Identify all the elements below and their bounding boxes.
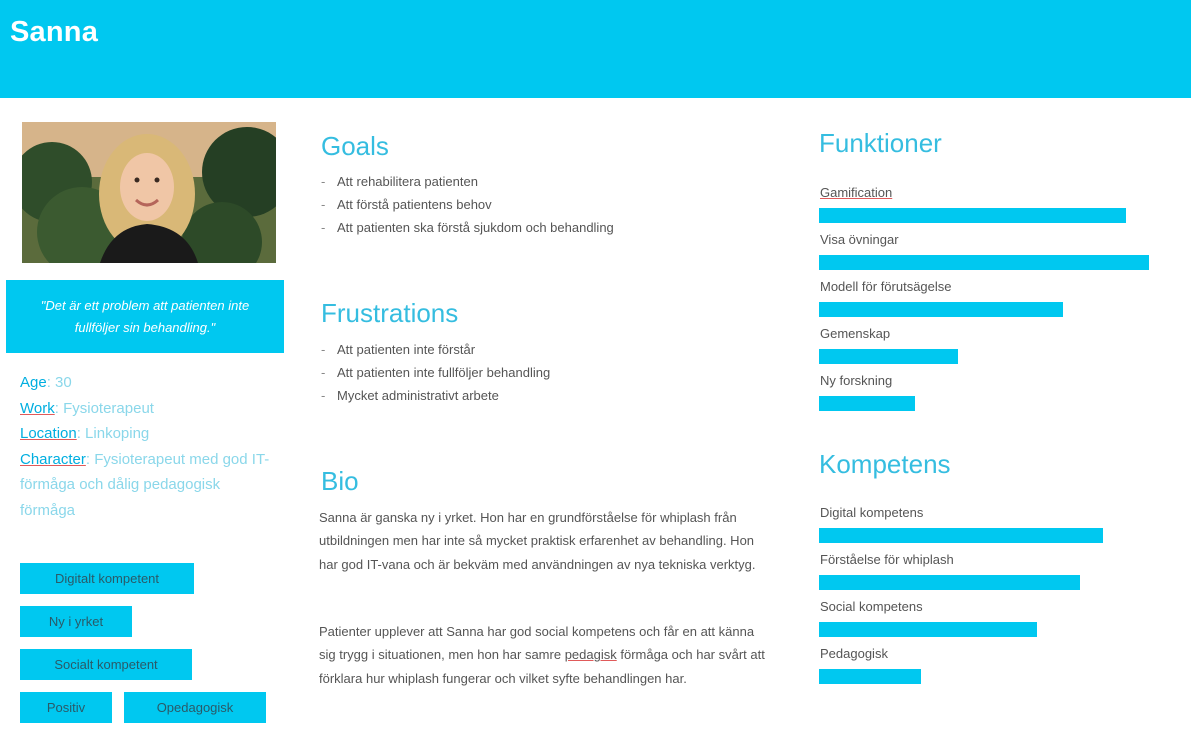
frustration-item: Att patienten inte fullföljer behandling xyxy=(321,361,761,384)
fact-work: Work: Fysioterapeut xyxy=(20,396,270,422)
fact-age-value: : 30 xyxy=(46,374,72,391)
goals-list: Att rehabilitera patienten Att förstå pa… xyxy=(321,170,761,239)
bio-paragraph-2: Patienter upplever att Sanna har god soc… xyxy=(319,620,774,690)
funktion-label: Gemenskap xyxy=(820,326,891,341)
funktioner-title: Funktioner xyxy=(819,128,942,158)
fact-location: Location: Linkoping xyxy=(20,421,270,447)
fact-character-label: Character xyxy=(20,450,86,468)
bio-flagged-word: pedagisk xyxy=(564,647,617,663)
tag-ny-i-yrket: Ny i yrket xyxy=(20,606,132,637)
tag-socialt-kompetent: Socialt kompetent xyxy=(20,649,192,680)
persona-quote-box: "Det är ett problem att patienten inte f… xyxy=(6,280,284,353)
tag-digitalt-kompetent: Digitalt kompetent xyxy=(20,563,194,594)
fact-age-label: Age xyxy=(20,374,47,391)
goal-item: Att förstå patientens behov xyxy=(321,193,761,216)
funktion-bar xyxy=(819,208,1126,223)
funktion-label: Gamification xyxy=(820,185,893,200)
funktion-bar xyxy=(819,255,1149,270)
kompetens-label: Pedagogisk xyxy=(820,646,888,661)
persona-photo xyxy=(22,122,276,263)
fact-work-label: Work xyxy=(20,399,55,417)
fact-age: Age: 30 xyxy=(20,370,270,396)
kompetens-bar xyxy=(819,528,1103,543)
funktion-label: Visa övningar xyxy=(820,232,899,247)
kompetens-title: Kompetens xyxy=(819,449,951,479)
fact-location-label: Location xyxy=(20,425,77,442)
frustration-item: Mycket administrativt arbete xyxy=(321,384,761,407)
goal-item: Att patienten ska förstå sjukdom och beh… xyxy=(321,216,761,239)
goal-item: Att rehabilitera patienten xyxy=(321,170,761,193)
fact-location-value: : Linkoping xyxy=(76,425,150,442)
funktion-bar xyxy=(819,302,1063,317)
goals-title: Goals xyxy=(321,131,389,161)
tag-opedagogisk: Opedagogisk xyxy=(124,692,266,723)
persona-name: Sanna xyxy=(10,16,99,48)
kompetens-label: Social kompetens xyxy=(820,599,923,614)
kompetens-label: Förståelse för whiplash xyxy=(820,552,954,567)
kompetens-bar xyxy=(819,622,1037,637)
kompetens-bar xyxy=(819,575,1080,590)
bio-paragraph-1: Sanna är ganska ny i yrket. Hon har en g… xyxy=(319,510,756,572)
funktion-bar xyxy=(819,349,958,364)
funktion-label: Ny forskning xyxy=(820,373,893,388)
page-header: Sanna xyxy=(0,0,1191,98)
frustration-item: Att patienten inte förstår xyxy=(321,338,761,361)
funktion-label: Modell för förutsägelse xyxy=(820,279,952,294)
fact-character: Character: Fysioterapeut med god IT-förm… xyxy=(20,447,270,524)
kompetens-label: Digital kompetens xyxy=(820,505,924,520)
frustrations-title: Frustrations xyxy=(321,298,459,328)
bio-title: Bio xyxy=(321,466,359,496)
kompetens-bar xyxy=(819,669,921,684)
persona-facts: Age: 30 Work: Fysioterapeut Location: Li… xyxy=(20,370,270,523)
persona-quote: "Det är ett problem att patienten inte f… xyxy=(40,297,250,335)
funktion-bar xyxy=(819,396,915,411)
frustrations-list: Att patienten inte förstår Att patienten… xyxy=(321,338,761,407)
tag-positiv: Positiv xyxy=(20,692,112,723)
fact-work-value: : Fysioterapeut xyxy=(54,399,154,417)
